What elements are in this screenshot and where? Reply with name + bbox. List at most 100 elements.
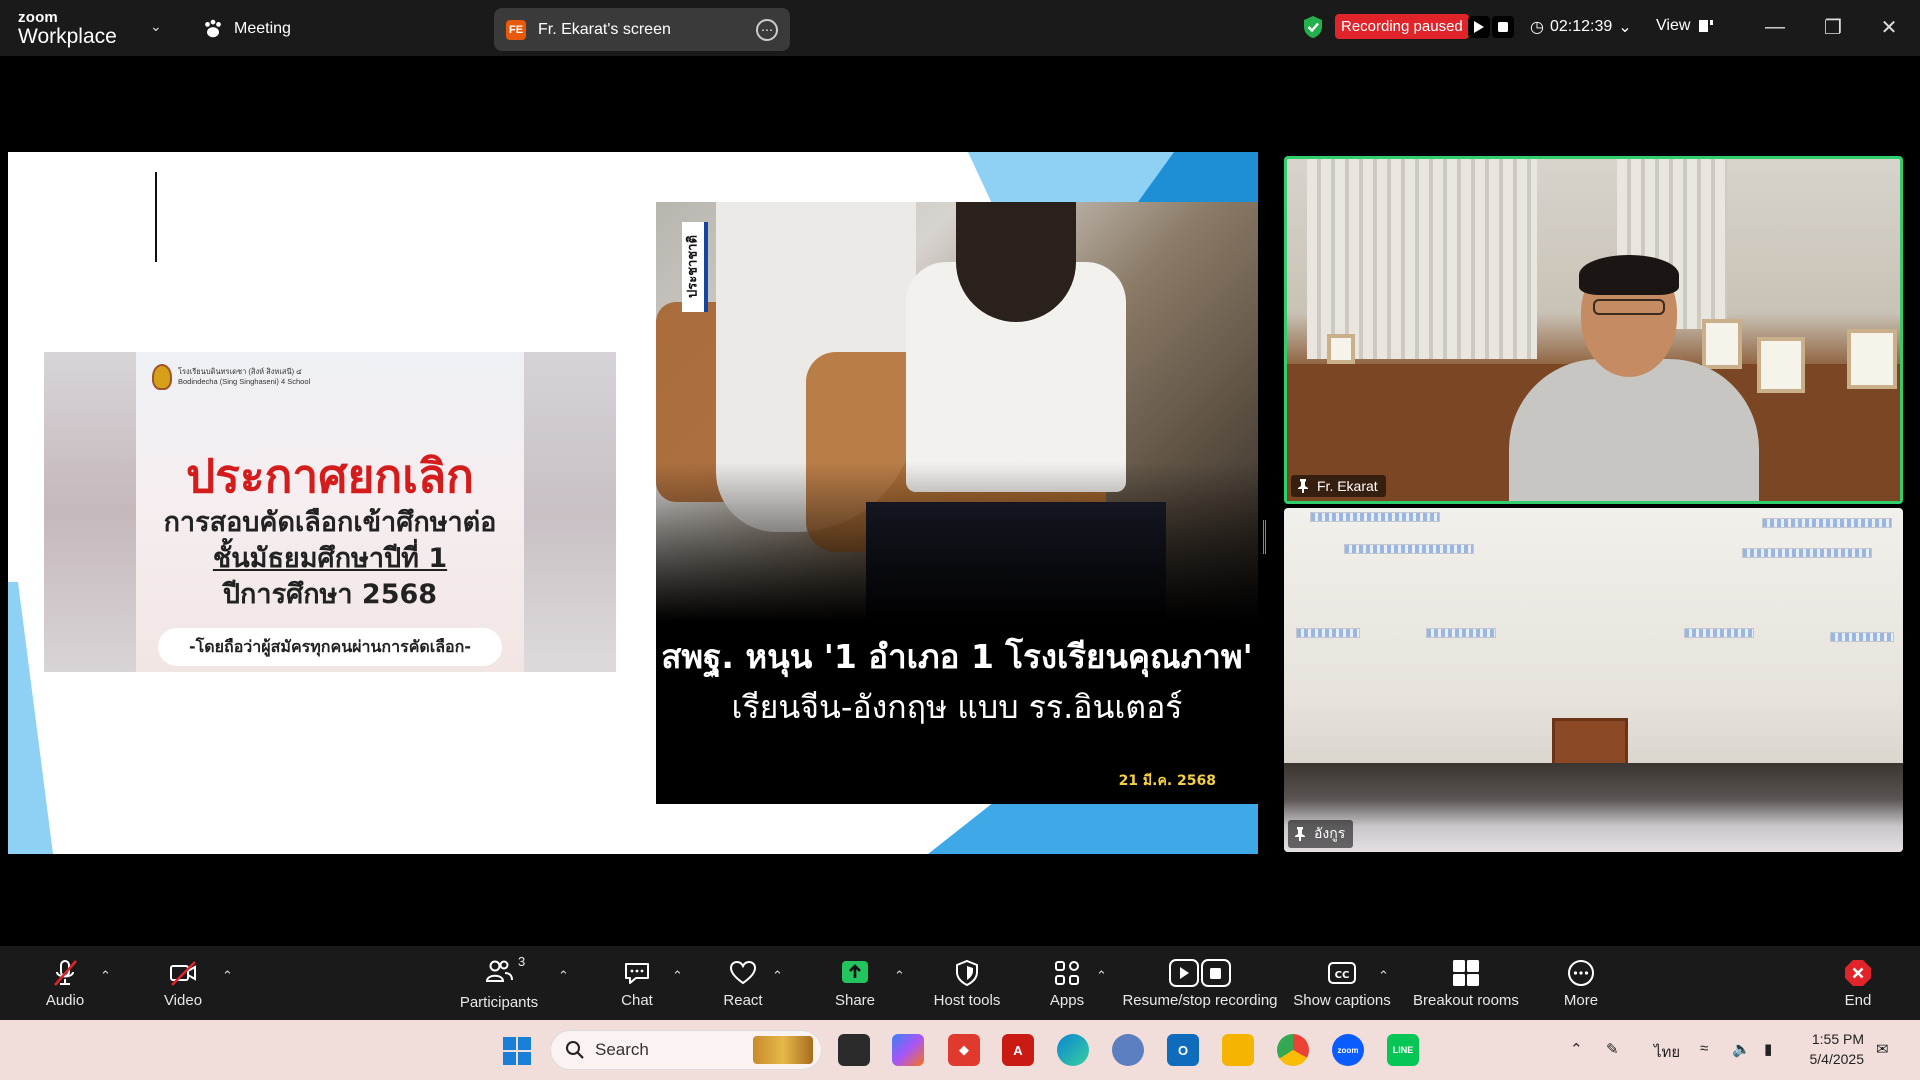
chat-button[interactable]: Chat xyxy=(612,946,662,1020)
system-clock[interactable]: 1:55 PM 5/4/2025 xyxy=(1800,1029,1865,1069)
outlook-icon[interactable]: O xyxy=(1167,1034,1199,1066)
shared-screen-label: Fr. Ekarat's screen xyxy=(538,20,671,38)
breakout-rooms-button[interactable]: Breakout rooms xyxy=(1410,946,1522,1020)
record-controls-icon xyxy=(1169,958,1231,987)
participants-button[interactable]: 3 Participants xyxy=(456,946,542,1020)
minimize-icon[interactable]: — xyxy=(1762,14,1788,40)
meeting-info-button[interactable]: Meeting xyxy=(202,18,291,40)
audio-button[interactable]: Audio xyxy=(38,946,92,1020)
meeting-title-bar: zoom Workplace ⌄ Meeting FE Fr. Ekarat's… xyxy=(0,0,1920,56)
ceiling-light xyxy=(1684,628,1754,638)
office-background xyxy=(1287,159,1900,501)
shirt-shape xyxy=(1509,359,1759,501)
copilot-icon[interactable] xyxy=(892,1034,924,1066)
brand-zoom: zoom xyxy=(18,9,58,26)
resume-stop-recording-button[interactable]: Resume/stop recording xyxy=(1118,946,1282,1020)
chevron-down-icon[interactable]: ⌄ xyxy=(150,18,162,35)
news-subheadline: เรียนจีน-อังกฤษ แบบ รร.อินเตอร์ xyxy=(731,688,1183,726)
ceiling-light xyxy=(1344,544,1474,554)
wifi-icon[interactable]: ≈ xyxy=(1700,1040,1708,1057)
zoom-workplace-logo[interactable]: zoom Workplace xyxy=(18,10,117,47)
picture-frame xyxy=(1757,337,1805,393)
closed-captions-icon: CC xyxy=(1328,961,1356,984)
chevron-up-icon[interactable]: ⌃ xyxy=(772,968,783,984)
taskbar-search-box[interactable]: Search xyxy=(550,1030,822,1070)
chevron-up-icon[interactable]: ⌃ xyxy=(1096,968,1107,984)
host-tools-label: Host tools xyxy=(933,991,1001,1009)
participant-name-tag: อังกูร xyxy=(1288,820,1354,848)
security-shield-icon[interactable] xyxy=(1302,15,1324,39)
chevron-up-icon[interactable]: ⌃ xyxy=(222,968,233,984)
audio-label: Audio xyxy=(45,991,85,1009)
battery-icon[interactable]: ▮ xyxy=(1764,1040,1772,1058)
chevron-up-icon[interactable]: ⌃ xyxy=(1378,968,1389,984)
clock-icon: ◷ xyxy=(1530,19,1544,36)
shared-screen-content: โรงเรียนบดินทรเดชา (สิงห์ สิงหเสนี) ๔ Bo… xyxy=(8,152,1258,854)
more-options-icon[interactable]: ⋯ xyxy=(756,18,778,41)
apps-label: Apps xyxy=(1049,991,1085,1009)
file-explorer-icon[interactable] xyxy=(1222,1034,1254,1066)
video-button[interactable]: Video xyxy=(156,946,210,1020)
notification-icon[interactable]: ✉ xyxy=(1876,1040,1889,1058)
hair-shape xyxy=(1579,255,1679,295)
captions-label: Show captions xyxy=(1293,991,1391,1009)
video-tile-active-speaker[interactable]: Fr. Ekarat xyxy=(1284,156,1903,504)
chevron-up-icon[interactable]: ⌃ xyxy=(672,968,683,984)
speaker-icon[interactable]: 🔈 xyxy=(1732,1040,1751,1058)
ceiling-light xyxy=(1426,628,1496,638)
edge-icon[interactable] xyxy=(1057,1034,1089,1066)
react-button[interactable]: React xyxy=(718,946,768,1020)
windows-start-icon[interactable] xyxy=(502,1036,532,1066)
chat-bubble-icon xyxy=(625,962,649,984)
close-icon[interactable]: ✕ xyxy=(1876,14,1902,40)
stop-recording-icon[interactable] xyxy=(1492,16,1514,38)
news-article-image: ประชาชาติ สพฐ. หนุน '1 อำเภอ 1 โรงเรียนค… xyxy=(656,202,1258,804)
line-app-icon[interactable]: LINE xyxy=(1387,1034,1419,1066)
newspaper-logo: ประชาชาติ xyxy=(682,222,708,312)
acrobat-icon[interactable]: A xyxy=(1002,1034,1034,1066)
chevron-up-icon[interactable]: ⌃ xyxy=(894,968,905,984)
zoom-app-icon[interactable]: zoom xyxy=(1332,1034,1364,1066)
app-globe-icon[interactable] xyxy=(1112,1034,1144,1066)
apps-button[interactable]: Apps xyxy=(1046,946,1088,1020)
recording-label: Resume/stop recording xyxy=(1122,991,1278,1009)
news-date: 21 มี.ค. 2568 xyxy=(1118,773,1216,789)
view-layout-icon xyxy=(1699,20,1714,32)
input-language[interactable]: ไทย xyxy=(1654,1040,1680,1064)
chevron-up-icon[interactable]: ⌃ xyxy=(558,968,569,984)
recording-status-badge: Recording paused xyxy=(1335,14,1469,39)
end-meeting-button[interactable]: End xyxy=(1840,946,1876,1020)
clock-time: 1:55 PM xyxy=(1811,1031,1864,1047)
panel-resize-handle[interactable] xyxy=(1263,520,1266,554)
meeting-paw-icon xyxy=(205,19,221,38)
chevron-down-icon: ⌄ xyxy=(1618,19,1632,36)
share-arrow-icon xyxy=(842,960,868,983)
view-button[interactable]: View xyxy=(1656,17,1714,35)
brand-workplace: Workplace xyxy=(18,25,117,48)
anydesk-icon[interactable]: ◆ xyxy=(948,1034,980,1066)
shared-screen-indicator[interactable]: FE Fr. Ekarat's screen ⋯ xyxy=(494,8,790,51)
end-label: End xyxy=(1844,991,1872,1009)
presenter-avatar: FE xyxy=(506,19,526,40)
announcement-line: ปีการศึกษา 2568 xyxy=(222,579,438,610)
host-tools-button[interactable]: Host tools xyxy=(928,946,1006,1020)
chevron-up-icon[interactable]: ⌃ xyxy=(1570,1040,1583,1058)
react-label: React xyxy=(723,991,763,1009)
shield-icon xyxy=(956,959,978,986)
chevron-up-icon[interactable]: ⌃ xyxy=(100,968,111,984)
meeting-timer[interactable]: ◷ 02:12:39 ⌄ xyxy=(1530,17,1632,37)
more-button[interactable]: More xyxy=(1560,946,1602,1020)
restore-icon[interactable]: ❐ xyxy=(1820,14,1846,40)
task-view-icon[interactable] xyxy=(838,1034,870,1066)
participant-name: อังกูร xyxy=(1314,825,1346,841)
video-tile-participant[interactable]: อังกูร xyxy=(1284,508,1903,852)
pen-tablet-icon[interactable]: ✎ xyxy=(1606,1040,1619,1058)
share-screen-button[interactable]: Share xyxy=(830,946,880,1020)
resume-recording-icon[interactable] xyxy=(1468,16,1490,38)
announcement-poster: โรงเรียนบดินทรเดชา (สิงห์ สิงหเสนี) ๔ Bo… xyxy=(136,352,524,672)
classroom-photo xyxy=(656,202,1258,622)
chrome-icon[interactable] xyxy=(1277,1034,1309,1066)
seated-audience xyxy=(1284,763,1903,852)
search-placeholder: Search xyxy=(595,1040,649,1059)
ceiling-light xyxy=(1742,548,1872,558)
